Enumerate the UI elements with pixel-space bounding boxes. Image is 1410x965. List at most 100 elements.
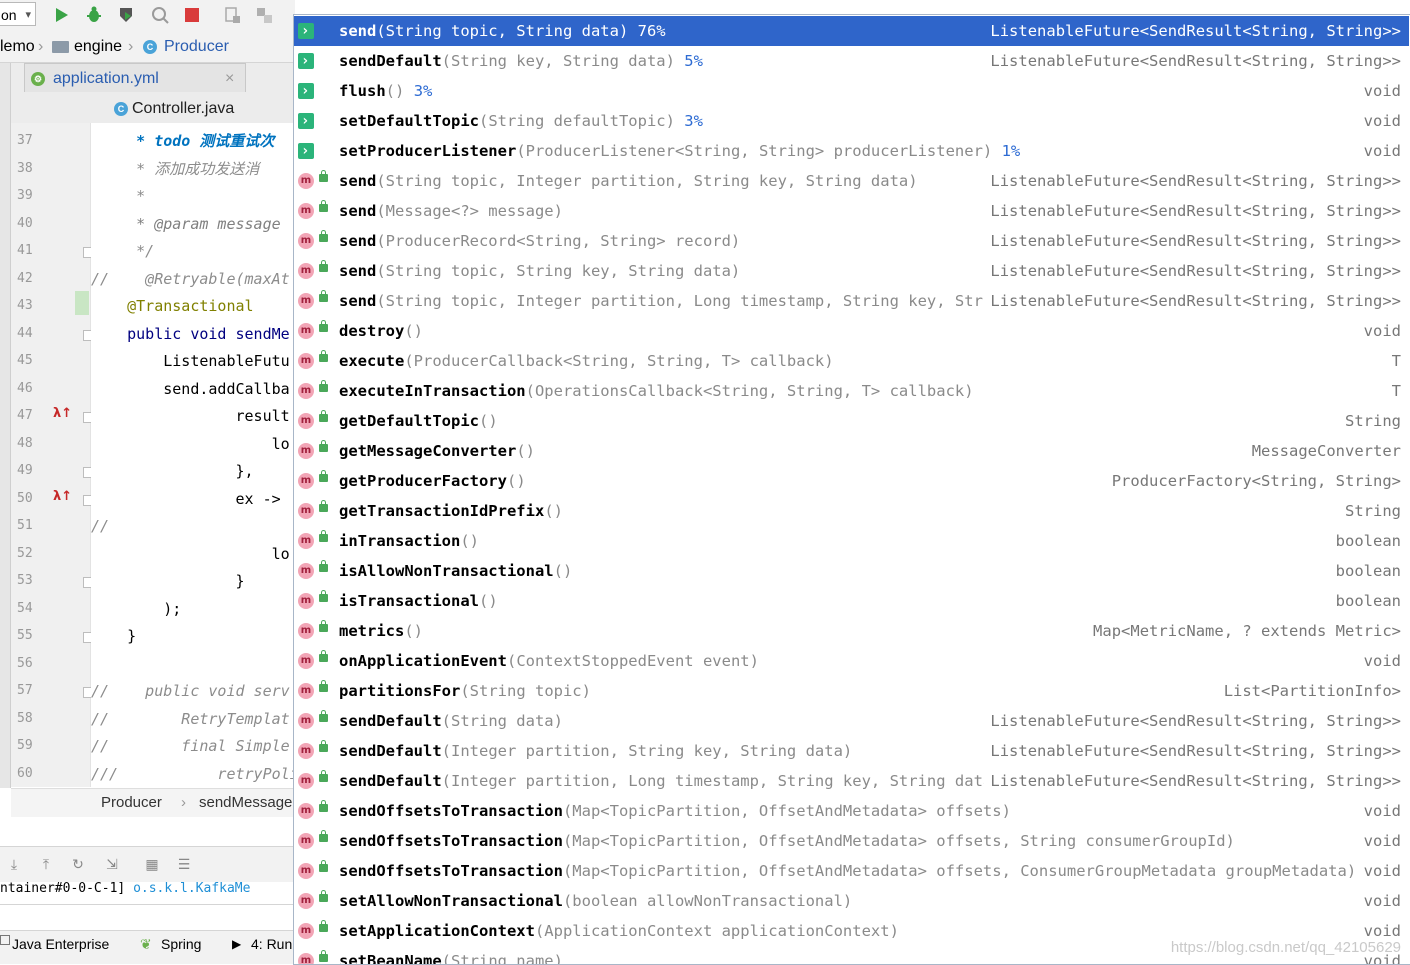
tool-run[interactable]: 4: Run [251,931,292,957]
return-type: T [1385,346,1401,376]
completion-signature: inTransaction() [339,526,479,556]
completion-item[interactable]: m execute(ProducerCallback<String, String… [294,346,1409,376]
completion-signature: sendOffsetsToTransaction(Map<TopicPartit… [339,796,1011,826]
completion-signature: send(String topic, Integer partition, Lo… [339,286,1011,316]
close-icon[interactable]: × [225,64,234,93]
method-params: (ContextStoppedEvent event) [506,652,759,670]
method-icon: m [298,893,314,909]
completion-item[interactable]: setDefaultTopic(String defaultTopic) 3% v… [294,106,1409,136]
completion-item[interactable]: sendDefault(String key, String data) 5% L… [294,46,1409,76]
completion-item[interactable]: m send(String topic, Integer partition, L… [294,286,1409,316]
completion-item[interactable]: m sendOffsetsToTransaction(Map<TopicParti… [294,826,1409,856]
completion-item[interactable]: m metrics() Map<MetricName, ? extends Metr… [294,616,1409,646]
completion-item[interactable]: m getProducerFactory() ProducerFactory<Str… [294,466,1409,496]
public-visibility-icon [319,230,328,242]
coverage-icon[interactable] [116,5,136,25]
filter-icon[interactable]: ⇲ [102,855,122,875]
breadcrumb-item-module[interactable]: lemo [0,32,35,62]
public-visibility-icon [319,500,328,512]
completion-item[interactable]: m getTransactionIdPrefix() String [294,496,1409,526]
line-number: 56 [17,655,33,671]
line-number: 42 [17,270,33,286]
code-line: * todo 测试重试次 [91,132,275,150]
method-name: setBeanName [339,952,442,965]
public-visibility-icon [319,830,328,842]
completion-item[interactable]: send(String topic, String data) 76% Liste… [294,16,1409,46]
completion-item[interactable]: m setAllowNonTransactional(boolean allowN… [294,886,1409,916]
live-template-icon [298,136,314,166]
completion-item[interactable]: setProducerListener(ProducerListener<Str… [294,136,1409,166]
completion-item[interactable]: m inTransaction() boolean [294,526,1409,556]
public-visibility-icon [319,260,328,272]
code-line: // @Retryable(maxAt [91,269,290,288]
method-name: send [339,22,377,40]
completion-item[interactable]: m send(String topic, Integer partition, S… [294,166,1409,196]
line-number: 45 [17,353,33,368]
lambda-implementation-icon[interactable]: λ↑ [53,406,72,421]
completion-item[interactable]: m getMessageConverter() MessageConverter [294,436,1409,466]
completion-item[interactable]: m sendDefault(Integer partition, Long tim… [294,766,1409,796]
run-icon: ▶ [232,937,242,951]
profile-icon[interactable] [150,5,170,25]
completion-item[interactable]: m send(String topic, String key, String d… [294,256,1409,286]
change-marker [75,291,89,315]
wrap-icon[interactable]: ↻ [68,855,88,875]
breadcrumb-item-class[interactable]: Producer [164,32,229,62]
scroll-down-icon[interactable]: ⤓ [4,855,24,875]
completion-signature: partitionsFor(String topic) [339,676,591,706]
run-icon[interactable] [52,5,72,25]
completion-item[interactable]: m onApplicationEvent(ContextStoppedEvent … [294,646,1409,676]
settings-icon[interactable]: ☰ [174,855,194,875]
completion-item[interactable]: m sendOffsetsToTransaction(Map<TopicParti… [294,856,1409,886]
method-params: (Map<TopicPartition, OffsetAndMetadata> … [562,862,1357,880]
public-visibility-icon [319,920,328,932]
completion-item[interactable]: m sendOffsetsToTransaction(Map<TopicParti… [294,796,1409,826]
tab-application-yml[interactable]: ⚙ application.yml × [24,63,246,92]
breadcrumb-method[interactable]: sendMessage [199,789,292,817]
lambda-implementation-icon[interactable]: λ↑ [53,489,72,504]
tool-java-enterprise[interactable]: Java Enterprise [12,931,109,957]
completion-signature: send(String topic, String key, String da… [339,256,740,286]
completion-item[interactable]: m destroy() void [294,316,1409,346]
structure-icon[interactable] [254,5,274,25]
breadcrumb-item-package[interactable]: engine [74,32,122,62]
completion-item[interactable]: m send(Message<?> message) ListenableFutur… [294,196,1409,226]
console-thread: ntainer#0-0-C-1] [0,882,126,896]
completion-item[interactable]: m isTransactional() boolean [294,586,1409,616]
completion-item[interactable]: m sendDefault(Integer partition, String k… [294,736,1409,766]
stop-icon[interactable] [182,5,202,25]
method-icon: m [298,653,314,669]
return-type: ProducerFactory<String, String> [1105,466,1401,496]
method-name: sendOffsetsToTransaction [339,832,563,850]
line-number: 39 [17,188,33,203]
method-params: (String topic) [460,682,591,700]
completion-item[interactable]: m getDefaultTopic() String [294,406,1409,436]
code-completion-popup[interactable]: send(String topic, String data) 76%Liste… [293,14,1410,965]
build-icon[interactable] [222,5,242,25]
print-icon[interactable]: ▦ [142,855,162,875]
method-name: onApplicationEvent [339,652,507,670]
public-visibility-icon [319,890,328,902]
return-type: List<PartitionInfo> [1217,676,1401,706]
scroll-up-icon[interactable]: ⤒ [36,855,56,875]
run-config-select[interactable]: on ▾ [0,2,36,26]
completion-item[interactable]: flush() 3% void [294,76,1409,106]
line-number: 52 [17,545,33,561]
breadcrumb-class[interactable]: Producer [101,789,162,817]
debug-icon[interactable] [84,5,104,25]
code-editor[interactable]: * todo 测试重试次 * 添加成功发送消 * * @param messag… [91,123,295,787]
completion-item[interactable]: m sendDefault(String data) ListenableFutur… [294,706,1409,736]
live-template-icon [298,16,314,46]
completion-item[interactable]: m partitionsFor(String topic) List<Partiti… [294,676,1409,706]
completion-item[interactable]: m executeInTransaction(OperationsCallback… [294,376,1409,406]
completion-item[interactable]: m isAllowNonTransactional() boolean [294,556,1409,586]
method-name: executeInTransaction [339,382,526,400]
public-visibility-icon [319,290,328,302]
completion-signature: getProducerFactory() [339,466,526,496]
method-icon: m [298,413,314,429]
tab-controller-java[interactable]: C Controller.java [110,94,295,123]
tab-label: application.yml [53,70,159,87]
completion-item[interactable]: m send(ProducerRecord<String, String> rec… [294,226,1409,256]
tab-label: Controller.java [132,100,235,117]
tool-spring[interactable]: Spring [161,931,201,957]
